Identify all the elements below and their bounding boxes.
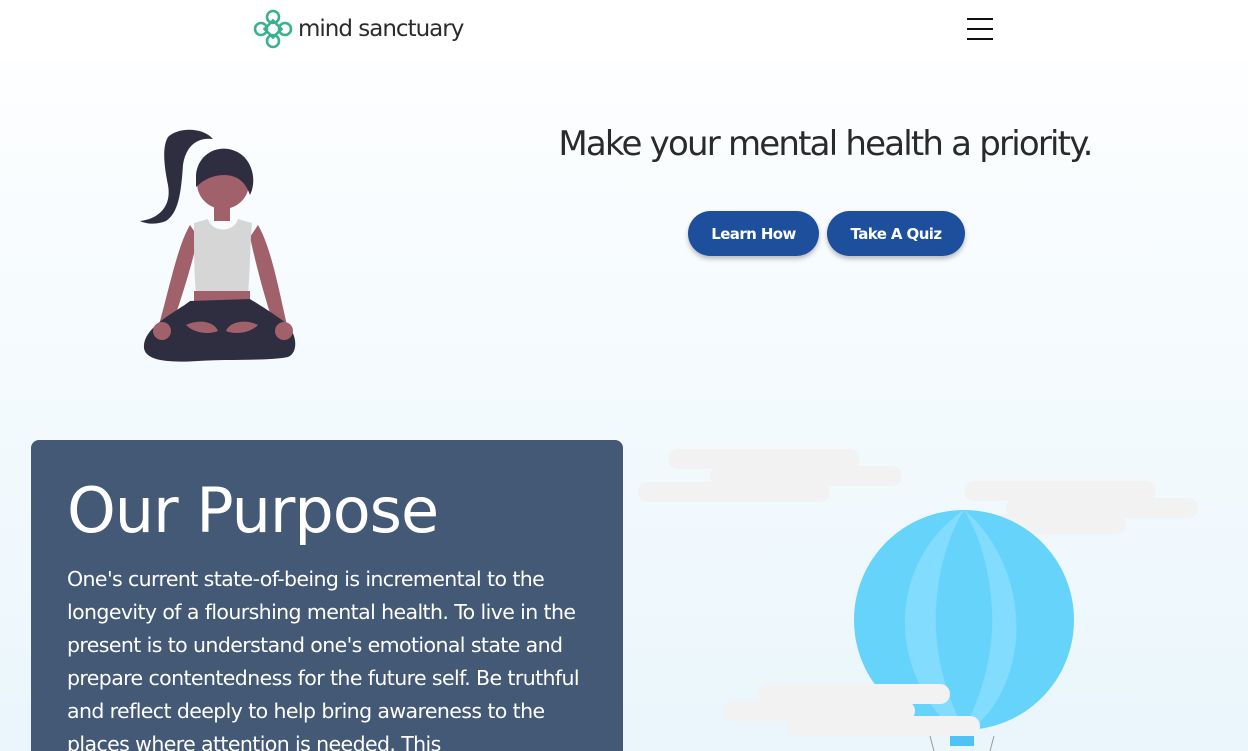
hamburger-menu-icon[interactable] — [964, 14, 996, 44]
purpose-body: One's current state-of-being is incremen… — [67, 567, 580, 751]
take-a-quiz-button[interactable]: Take A Quiz — [827, 211, 965, 256]
purpose-title: Our Purpose — [67, 474, 439, 547]
purpose-card: Our Purpose One's current state-of-being… — [31, 440, 623, 751]
learn-how-button[interactable]: Learn How — [688, 211, 819, 256]
hot-air-balloon-illustration — [638, 449, 1198, 751]
brand-name: mind sanctuary — [298, 16, 464, 42]
meditating-woman-illustration — [140, 129, 296, 362]
hero-headline: Make your mental health a priority. — [558, 124, 1093, 164]
site-header: mind sanctuary — [0, 0, 1248, 60]
celtic-knot-logo-icon — [253, 9, 293, 49]
brand-logo[interactable]: mind sanctuary — [252, 8, 464, 50]
